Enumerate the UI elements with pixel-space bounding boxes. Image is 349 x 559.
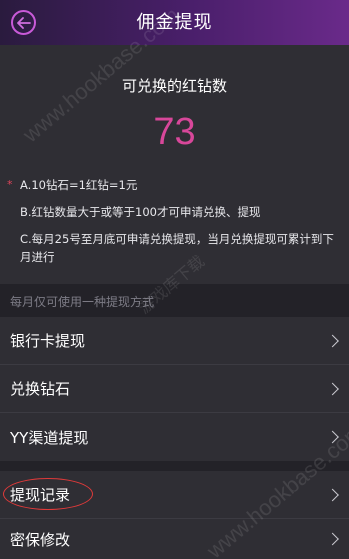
chevron-right-icon bbox=[326, 334, 339, 347]
menu-item-label: 兑换钻石 bbox=[10, 380, 71, 398]
menu-item-label: 银行卡提现 bbox=[10, 332, 86, 350]
chevron-right-icon bbox=[326, 532, 339, 546]
chevron-right-icon bbox=[326, 382, 339, 395]
chevron-right-icon bbox=[326, 488, 339, 501]
menu-item-yy-channel[interactable]: YY渠道提现 bbox=[0, 413, 349, 461]
menu-item-bank-card[interactable]: 银行卡提现 bbox=[0, 317, 349, 365]
rule-a: A.10钻石=1红钻=1元 bbox=[20, 178, 138, 192]
menu-item-exchange-diamond[interactable]: 兑换钻石 bbox=[0, 365, 349, 413]
menu-item-label: YY渠道提现 bbox=[10, 428, 89, 447]
highlight-circle bbox=[3, 478, 93, 510]
red-diamond-panel: 可兑换的红钻数 73 * A.10钻石=1红钻=1元 B.红钻数量大于或等于10… bbox=[0, 45, 349, 284]
rule-b: B.红钻数量大于或等于100才可申请兑换、提现 bbox=[20, 205, 261, 219]
menu-item-label: 密保修改 bbox=[10, 530, 71, 549]
menu-item-security-change[interactable]: 密保修改 bbox=[0, 519, 349, 559]
red-diamond-title: 可兑换的红钻数 bbox=[121, 77, 227, 95]
required-star-icon: * bbox=[7, 178, 13, 191]
